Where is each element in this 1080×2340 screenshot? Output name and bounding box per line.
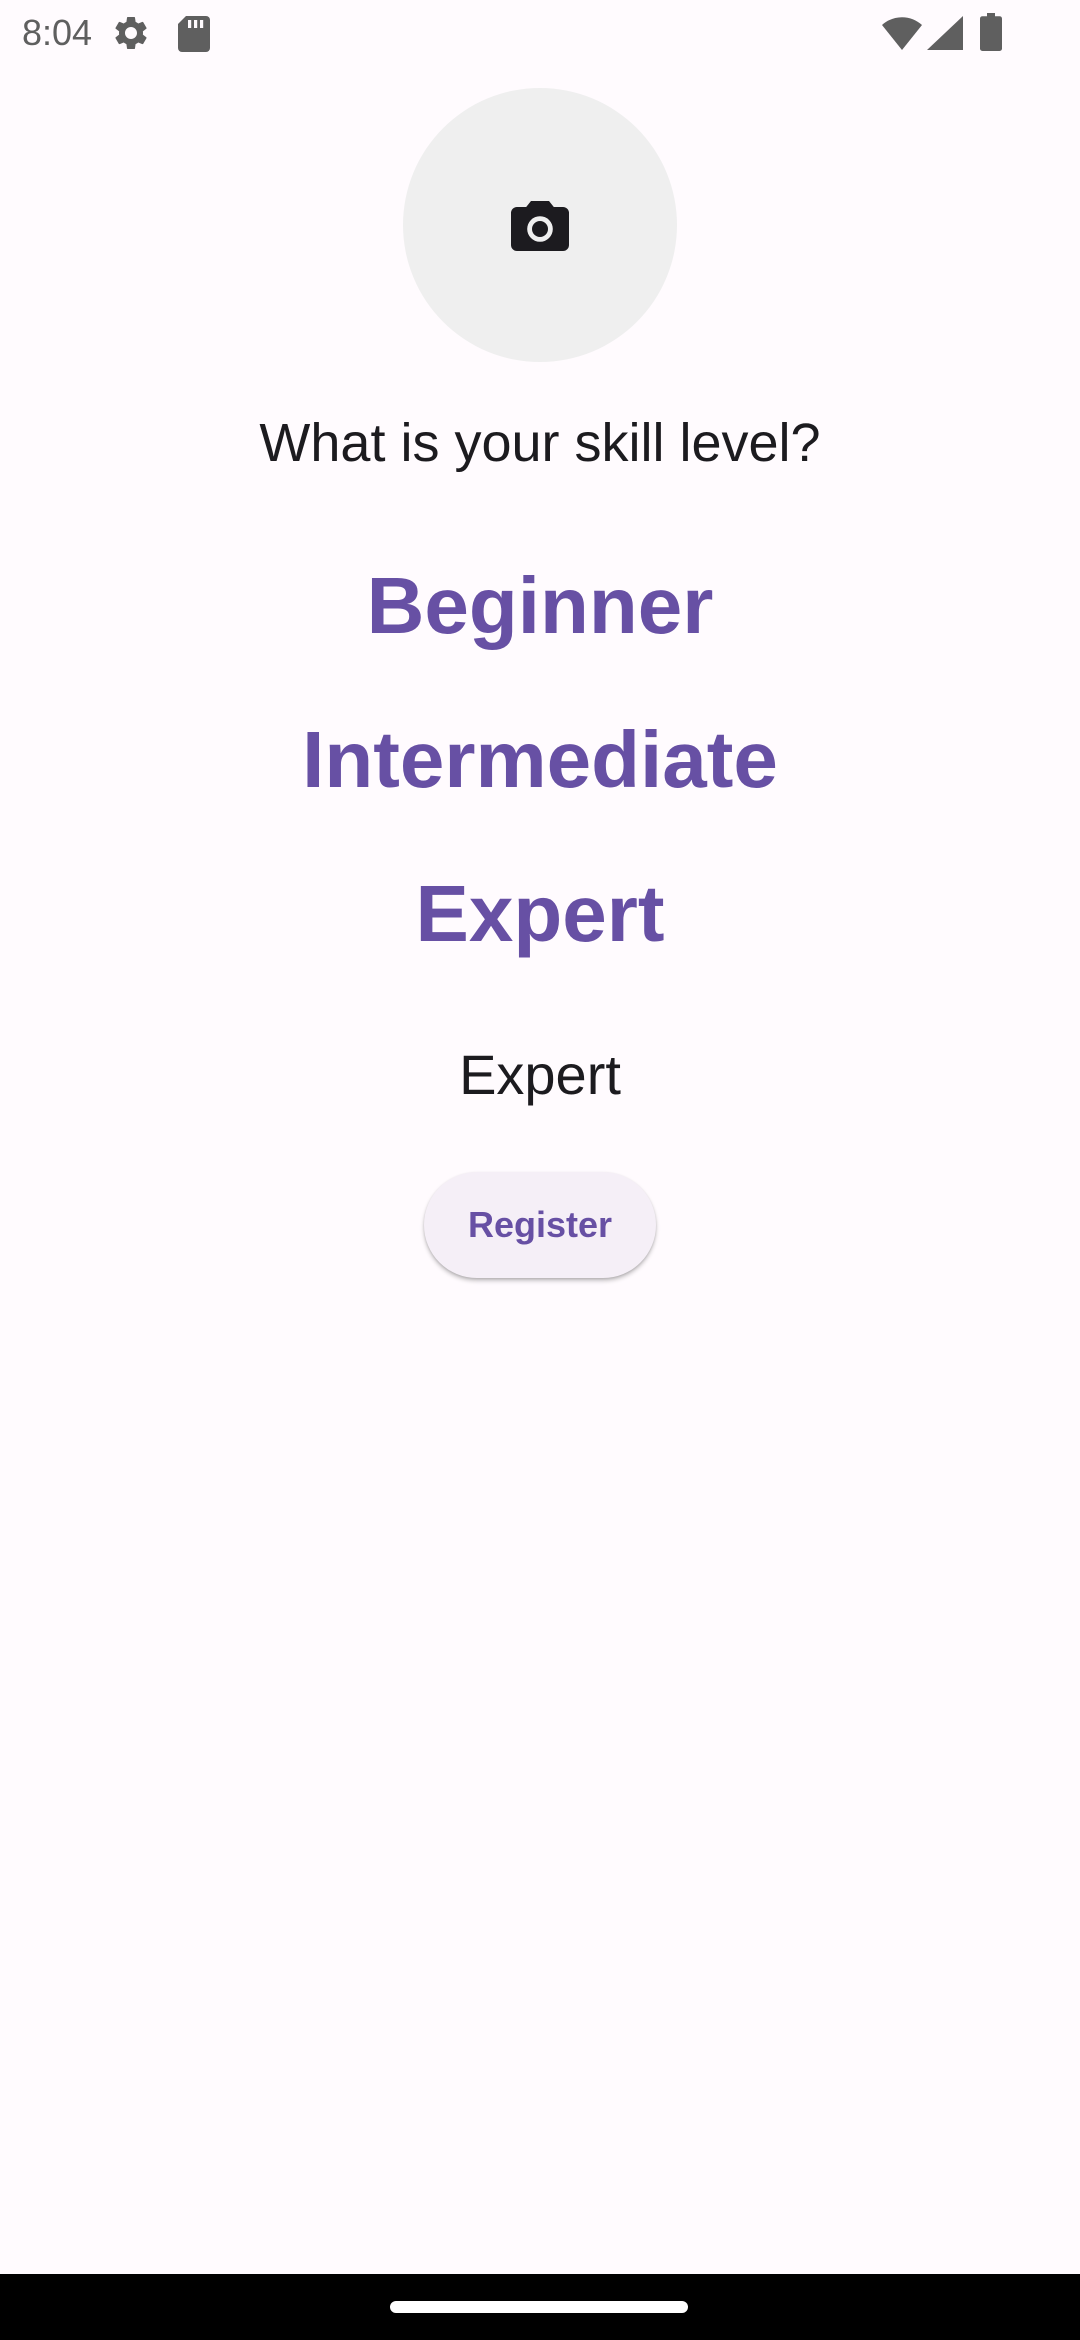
selected-level-text: Expert	[459, 1043, 621, 1106]
profile-photo-button[interactable]	[403, 88, 677, 362]
skill-question: What is your skill level?	[259, 413, 821, 473]
camera-icon	[511, 201, 569, 251]
level-option-intermediate[interactable]: Intermediate	[0, 710, 1080, 810]
settings-icon	[115, 16, 147, 49]
status-time: 8:04	[22, 12, 93, 53]
register-button-label: Register	[467, 1204, 613, 1245]
level-option-beginner[interactable]: Beginner	[0, 556, 1080, 656]
register-button[interactable]: Register	[424, 1172, 656, 1278]
home-handle[interactable]	[390, 2301, 688, 2313]
wifi-icon	[882, 17, 922, 50]
battery-icon	[980, 13, 1002, 51]
status-bar: 8:04	[0, 0, 1080, 66]
sd-card-icon	[178, 16, 210, 52]
level-option-expert[interactable]: Expert	[0, 864, 1080, 964]
cell-signal-icon	[927, 16, 963, 50]
